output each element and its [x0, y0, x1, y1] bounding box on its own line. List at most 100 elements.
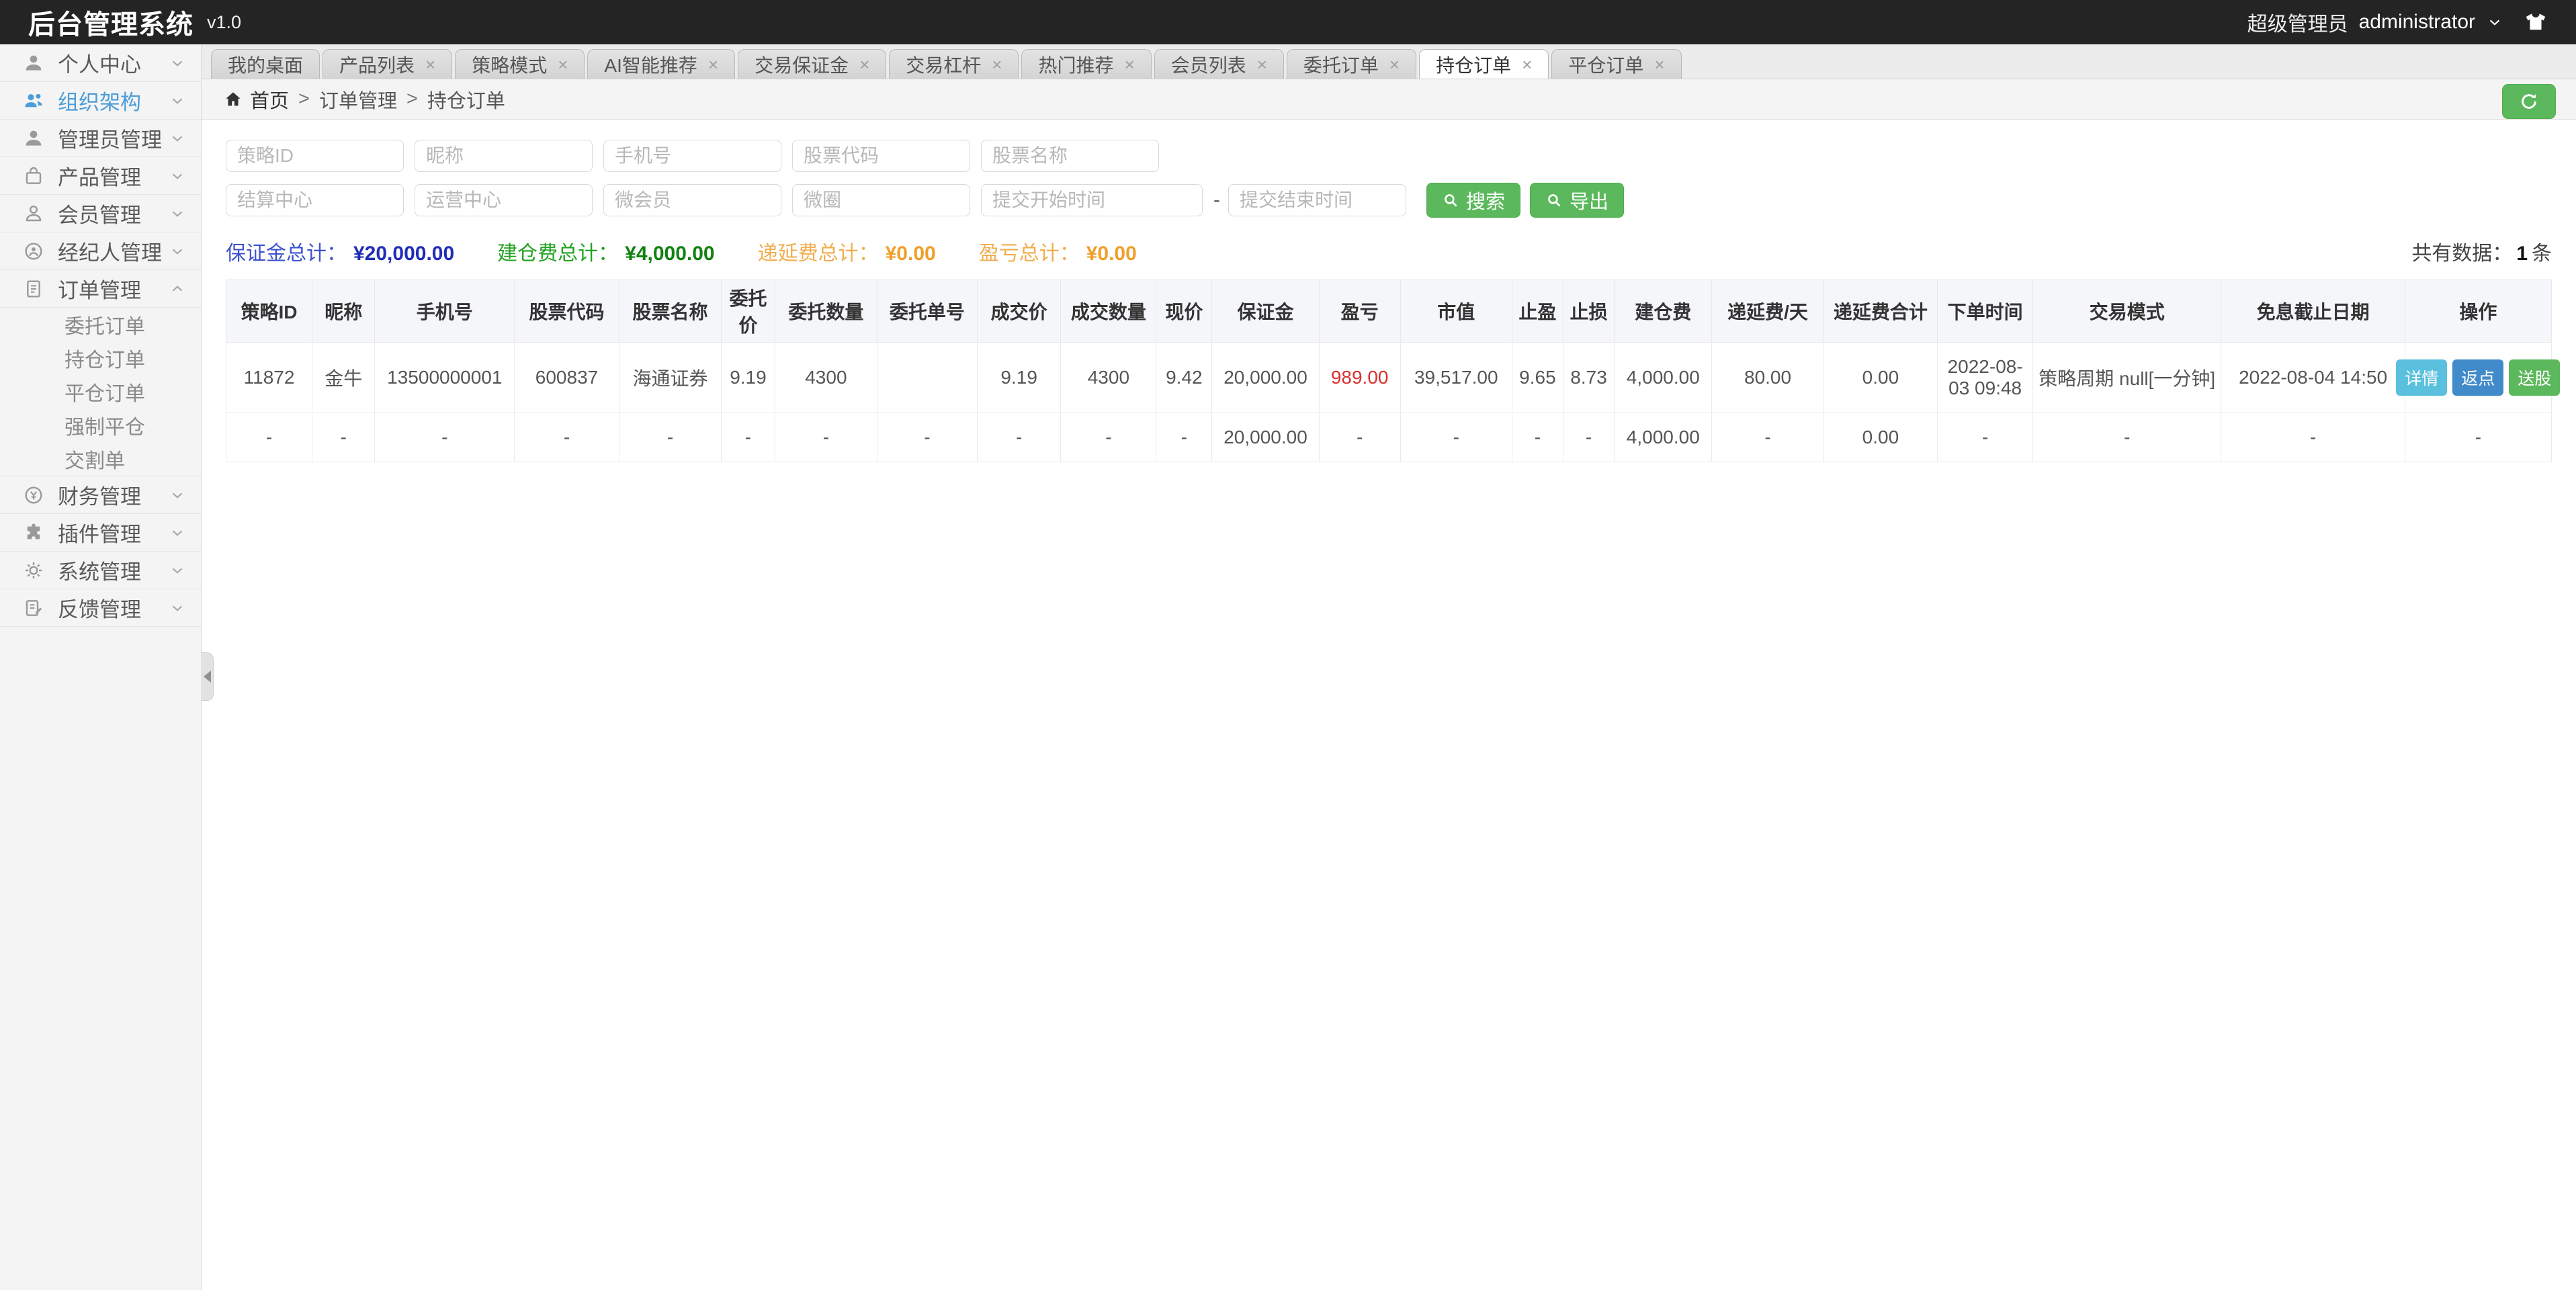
sidebar-subitem-delivery-orders[interactable]: 交割单: [0, 442, 201, 476]
rebate-button[interactable]: 返点: [2452, 359, 2503, 396]
cell: 600837: [515, 343, 619, 413]
tab-label: 持仓订单: [1436, 51, 1511, 78]
tab-hot-recommend[interactable]: 热门推荐×: [1021, 49, 1151, 79]
sidebar-item-broker-management[interactable]: 经纪人管理: [0, 232, 201, 270]
tab-position-orders[interactable]: 持仓订单 ×: [1419, 49, 1549, 79]
totals-cell: 20,000.00: [1212, 413, 1319, 462]
broker-icon: [23, 241, 44, 262]
totals-cell: -: [1938, 413, 2033, 462]
cell: 80.00: [1712, 343, 1823, 413]
app-title: 后台管理系统: [28, 3, 194, 42]
user-menu[interactable]: 超级管理员 administrator: [2247, 7, 2503, 37]
sidebar-item-finance-management[interactable]: 财务管理: [0, 476, 201, 514]
chevron-down-icon: [169, 54, 186, 72]
sidebar-subitem-close-orders[interactable]: 平仓订单: [0, 375, 201, 408]
strategy-id-input[interactable]: [226, 140, 404, 172]
stock-name-input[interactable]: [981, 140, 1159, 172]
totals-cell: -: [619, 413, 721, 462]
cell: 39,517.00: [1400, 343, 1512, 413]
member-icon: [23, 203, 44, 224]
sidebar-item-order-management[interactable]: 订单管理: [0, 270, 201, 308]
submit-start-time-input[interactable]: [981, 184, 1203, 216]
detail-button[interactable]: 详情: [2396, 359, 2447, 396]
phone-input[interactable]: [603, 140, 781, 172]
bag-icon: [23, 165, 44, 187]
tab-label: 策略模式: [472, 51, 547, 78]
totals-cell: -: [1319, 413, 1400, 462]
cell: 9.65: [1512, 343, 1563, 413]
sidebar-subitem-position-orders[interactable]: 持仓订单: [0, 341, 201, 375]
tab-label: 交易杠杆: [906, 51, 981, 78]
column-header-11: 保证金: [1212, 280, 1319, 343]
sidebar-item-organization[interactable]: 组织架构: [0, 82, 201, 120]
record-count: 共有数据：1条: [2411, 236, 2552, 266]
sidebar-subitem-entrust-orders[interactable]: 委托订单: [0, 308, 201, 341]
settlement-center-input[interactable]: [226, 184, 404, 216]
tab-trade-leverage[interactable]: 交易杠杆 ×: [889, 49, 1019, 79]
export-button[interactable]: 导出: [1530, 183, 1624, 218]
close-icon[interactable]: ×: [708, 56, 718, 73]
sidebar-item-member-management[interactable]: 会员管理: [0, 195, 201, 232]
close-icon[interactable]: ×: [1389, 56, 1400, 73]
totals-cell: -: [722, 413, 775, 462]
close-icon[interactable]: ×: [1654, 56, 1664, 73]
refresh-button[interactable]: [2502, 84, 2556, 119]
column-header-20: 交易模式: [2033, 280, 2221, 343]
close-icon[interactable]: ×: [1125, 56, 1135, 73]
totals-cell: 4,000.00: [1615, 413, 1712, 462]
tab-ai-recommend[interactable]: AI智能推荐×: [587, 49, 735, 79]
close-icon[interactable]: ×: [558, 56, 568, 73]
sidebar-item-system-management[interactable]: 系统管理: [0, 552, 201, 589]
totals-row: -----------20,000.00----4,000.00-0.00---…: [226, 413, 2552, 462]
cell: 9.42: [1156, 343, 1212, 413]
micro-member-input[interactable]: [603, 184, 781, 216]
close-icon[interactable]: ×: [425, 56, 435, 73]
tab-entrust-orders[interactable]: 委托订单×: [1287, 49, 1416, 79]
search-button[interactable]: 搜索: [1426, 183, 1520, 218]
nickname-input[interactable]: [415, 140, 593, 172]
breadcrumb-section[interactable]: 订单管理: [319, 85, 397, 114]
stock-code-input[interactable]: [792, 140, 970, 172]
summary-item: 保证金总计：¥20,000.00: [226, 236, 454, 266]
submit-end-time-input[interactable]: [1228, 184, 1406, 216]
plugin-icon: [23, 522, 44, 544]
close-icon[interactable]: ×: [859, 56, 869, 73]
gift-stock-button[interactable]: 送股: [2509, 359, 2560, 396]
chevron-down-icon: [169, 130, 186, 147]
table-row: 11872金牛13500000001600837海通证券9.1943009.19…: [226, 343, 2552, 413]
sidebar-item-label: 反馈管理: [58, 593, 141, 623]
operation-center-input[interactable]: [415, 184, 593, 216]
close-icon[interactable]: ×: [992, 56, 1002, 73]
tab-close-orders[interactable]: 平仓订单×: [1551, 49, 1681, 79]
column-header-22: 操作: [2405, 280, 2551, 343]
breadcrumb-home[interactable]: 首页: [223, 85, 289, 114]
summary-item: 递延费总计：¥0.00: [758, 236, 936, 266]
column-header-19: 下单时间: [1938, 280, 2033, 343]
close-icon[interactable]: ×: [1522, 56, 1532, 73]
cell: 策略周期 null[一分钟]: [2033, 343, 2221, 413]
cell: 4300: [1061, 343, 1156, 413]
column-header-10: 现价: [1156, 280, 1212, 343]
micro-circle-input[interactable]: [792, 184, 970, 216]
sidebar-item-product-management[interactable]: 产品管理: [0, 157, 201, 195]
totals-cell: -: [775, 413, 877, 462]
sidebar-item-plugin-management[interactable]: 插件管理: [0, 514, 201, 552]
tab-strategy-mode[interactable]: 策略模式 ×: [455, 49, 585, 79]
tabbar: 我的桌面产品列表×策略模式×AI智能推荐×交易保证金×交易杠杆×热门推荐×会员列…: [202, 44, 2576, 79]
close-icon[interactable]: ×: [1257, 56, 1267, 73]
sidebar-subitem-force-close[interactable]: 强制平仓: [0, 408, 201, 442]
sidebar-item-admin-management[interactable]: 管理员管理: [0, 120, 201, 157]
column-header-21: 免息截止日期: [2221, 280, 2405, 343]
tab-product-list[interactable]: 产品列表×: [323, 49, 452, 79]
tab-trade-margin[interactable]: 交易保证金×: [738, 49, 886, 79]
sidebar-item-personal-center[interactable]: 个人中心: [0, 44, 201, 82]
sidebar-collapse-handle[interactable]: [201, 652, 214, 701]
tshirt-icon[interactable]: [2524, 10, 2548, 34]
main-content: -搜索导出 保证金总计：¥20,000.00建仓费总计：¥4,000.00递延费…: [202, 120, 2576, 1290]
cell: 0.00: [1823, 343, 1938, 413]
tab-my-desktop[interactable]: 我的桌面: [211, 49, 320, 79]
tab-member-list[interactable]: 会员列表×: [1154, 49, 1284, 79]
totals-cell: -: [2405, 413, 2551, 462]
sidebar-item-feedback-management[interactable]: 反馈管理: [0, 589, 201, 627]
sidebar-item-label: 订单管理: [58, 273, 141, 304]
